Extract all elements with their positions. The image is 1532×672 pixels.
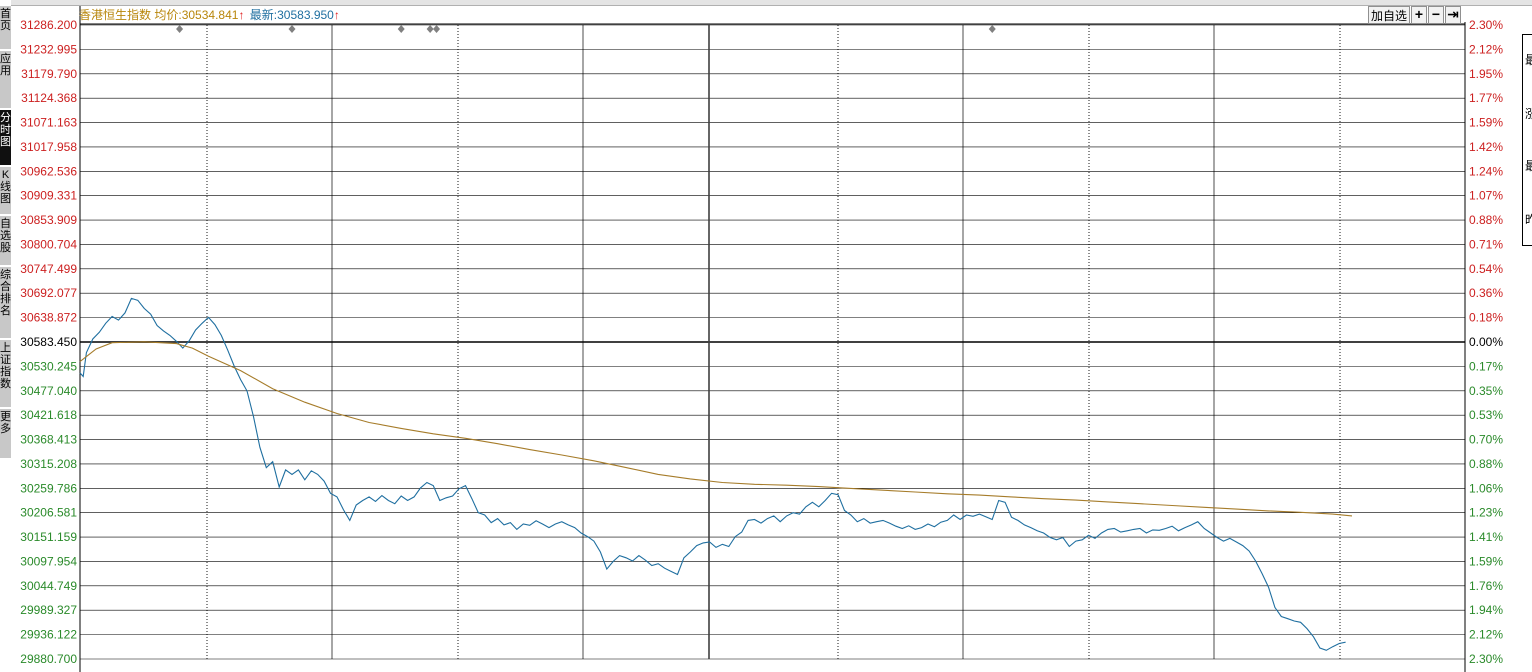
price-tick-label: 30692.077 — [20, 286, 77, 300]
price-tick-label: 30962.536 — [20, 164, 77, 178]
chart-header: 香港恒生指数 均价:30534.841↑ 最新:30583.950↑ — [79, 6, 340, 24]
price-tick-label: 29880.700 — [20, 652, 77, 666]
price-tick-label: 31286.200 — [20, 18, 77, 32]
avg-up-arrow-icon: ↑ — [238, 8, 245, 22]
pct-tick-label: 2.30% — [1469, 18, 1503, 32]
jump-to-end-icon[interactable]: ⇥ — [1445, 6, 1461, 24]
pct-tick-label: 0.35% — [1469, 384, 1503, 398]
avg-price-value: 30534.841 — [181, 8, 239, 22]
quote-side-panel: 最涨最昨 — [1522, 34, 1532, 246]
price-tick-label: 31017.958 — [20, 140, 77, 154]
avg-price-label: 均价: — [154, 8, 182, 22]
pct-tick-label: 1.41% — [1469, 530, 1503, 544]
side-panel-char: 最 — [1525, 159, 1532, 173]
intraday-chart[interactable]: 31286.200 2.30% 31232.995 2.12% 31179.790 1.9… — [0, 0, 1532, 672]
sidebar-tab-4[interactable]: 自选股 — [0, 216, 11, 266]
price-tick-label: 31071.163 — [20, 116, 77, 130]
average-price-line — [79, 341, 1353, 517]
price-tick-label: 30421.618 — [20, 408, 77, 422]
price-tick-label: 30315.208 — [20, 457, 77, 471]
price-tick-label: 30530.245 — [20, 359, 77, 373]
price-tick-label: 29989.327 — [20, 603, 77, 617]
price-tick-label: 30638.872 — [20, 311, 77, 325]
event-marker-icon — [426, 25, 434, 33]
pct-tick-label: 1.07% — [1469, 189, 1503, 203]
pct-tick-label: 1.59% — [1469, 554, 1503, 568]
pct-tick-label: 0.36% — [1469, 286, 1503, 300]
event-marker-icon — [288, 25, 296, 33]
index-name: 香港恒生指数 — [79, 8, 152, 22]
price-tick-label: 30259.786 — [20, 481, 77, 495]
pct-tick-label: 1.06% — [1469, 481, 1503, 495]
zoom-in-icon[interactable]: + — [1411, 6, 1427, 24]
pct-tick-label: 1.94% — [1469, 603, 1503, 617]
pct-tick-label: 0.00% — [1469, 335, 1503, 349]
pct-tick-label: 1.95% — [1469, 67, 1503, 81]
event-marker-icon — [433, 25, 441, 33]
sidebar-tab-2[interactable]: 分时图 — [0, 110, 11, 166]
last-price-value: 30583.950 — [277, 8, 334, 22]
chart-toolbar: 加自选 + − ⇥ — [1367, 6, 1461, 24]
side-panel-char: 涨 — [1525, 107, 1532, 121]
price-tick-label: 30151.159 — [20, 530, 77, 544]
zoom-out-icon[interactable]: − — [1428, 6, 1444, 24]
pct-tick-label: 0.18% — [1469, 311, 1503, 325]
pct-tick-label: 0.88% — [1469, 213, 1503, 227]
pct-tick-label: 0.70% — [1469, 433, 1503, 447]
pct-tick-label: 2.30% — [1469, 652, 1503, 666]
sidebar-tab-7[interactable]: 更多 — [0, 409, 11, 459]
price-tick-label: 30583.450 — [20, 335, 77, 349]
pct-tick-label: 0.17% — [1469, 359, 1503, 373]
sidebar-tab-3[interactable]: K线图 — [0, 167, 11, 215]
event-marker-icon — [397, 25, 405, 33]
price-tick-label: 30477.040 — [20, 384, 77, 398]
event-marker-icon — [176, 25, 184, 33]
pct-tick-label: 1.77% — [1469, 91, 1503, 105]
price-tick-label: 30909.331 — [20, 189, 77, 203]
price-tick-label: 30044.749 — [20, 579, 77, 593]
price-tick-label: 30368.413 — [20, 433, 77, 447]
event-marker-icon — [988, 25, 996, 33]
pct-tick-label: 0.54% — [1469, 262, 1503, 276]
pct-tick-label: 1.76% — [1469, 579, 1503, 593]
pct-tick-label: 1.24% — [1469, 164, 1503, 178]
price-tick-label: 30800.704 — [20, 237, 77, 251]
pct-tick-label: 2.12% — [1469, 628, 1503, 642]
pct-tick-label: 2.12% — [1469, 42, 1503, 56]
pct-tick-label: 1.42% — [1469, 140, 1503, 154]
sidebar-tab-0[interactable]: 首页 — [0, 6, 11, 50]
price-tick-label: 30206.581 — [20, 506, 77, 520]
side-panel-char: 昨 — [1525, 213, 1532, 227]
price-tick-label: 30097.954 — [20, 554, 77, 568]
price-tick-label: 30747.499 — [20, 262, 77, 276]
pct-tick-label: 0.88% — [1469, 457, 1503, 471]
price-tick-label: 31124.368 — [21, 91, 77, 105]
last-price-label: 最新: — [249, 8, 278, 22]
last-up-arrow-icon: ↑ — [333, 8, 340, 22]
pct-tick-label: 0.53% — [1469, 408, 1503, 422]
add-to-watchlist-button[interactable]: 加自选 — [1368, 6, 1410, 24]
pct-tick-label: 1.23% — [1469, 506, 1503, 520]
pct-tick-label: 1.59% — [1469, 116, 1503, 130]
sidebar-tab-1[interactable]: 应用 — [0, 51, 11, 109]
side-panel-char: 最 — [1525, 53, 1532, 67]
sidebar-tab-5[interactable]: 综合排名 — [0, 267, 11, 339]
price-tick-label: 31232.995 — [20, 42, 77, 56]
price-line — [79, 297, 1346, 651]
price-tick-label: 29936.122 — [20, 628, 77, 642]
price-tick-label: 31179.790 — [21, 67, 77, 81]
pct-tick-label: 0.71% — [1469, 237, 1503, 251]
sidebar-tab-6[interactable]: 上证指数 — [0, 340, 11, 408]
price-tick-label: 30853.909 — [20, 213, 77, 227]
left-sidebar: 首页 应用 分时图 K线图 自选股 综合排名 上证指数 更多 — [0, 0, 11, 672]
